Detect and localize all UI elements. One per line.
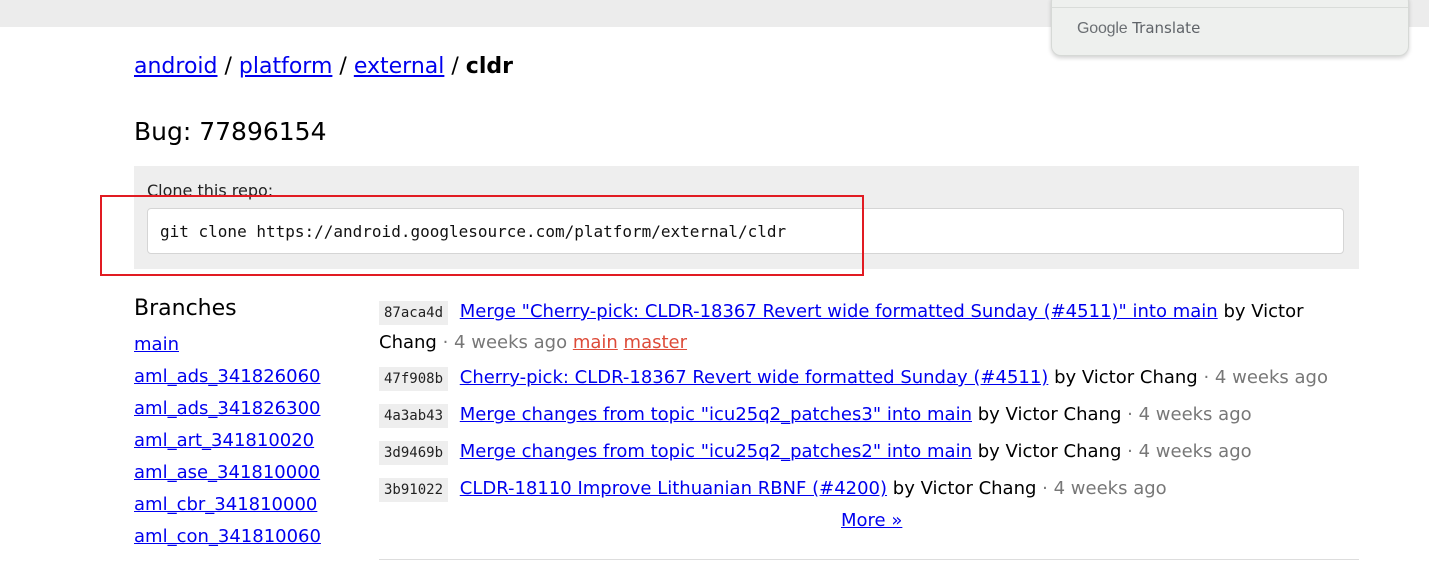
commit-row: 4a3ab43 Merge changes from topic "icu25q… — [379, 400, 1359, 431]
translate-text: Translate — [1132, 19, 1201, 37]
separator-dot: · — [1127, 404, 1133, 425]
commit-message-link[interactable]: Merge changes from topic "icu25q2_patche… — [460, 404, 972, 425]
branch-link[interactable]: aml_ads_341826300 — [134, 398, 320, 419]
commit-author: by Victor Chang — [977, 404, 1122, 425]
branch-link[interactable]: aml_art_341810020 — [134, 430, 314, 451]
commit-author: by Victor Chang — [892, 478, 1037, 499]
commit-age: 4 weeks ago — [1053, 478, 1167, 499]
breadcrumb-link-platform[interactable]: platform — [239, 54, 332, 79]
commit-message-link[interactable]: Merge "Cherry-pick: CLDR-18367 Revert wi… — [460, 301, 1218, 322]
commit-row: 87aca4d Merge "Cherry-pick: CLDR-18367 R… — [379, 297, 1359, 357]
commit-row: 47f908b Cherry-pick: CLDR-18367 Revert w… — [379, 363, 1359, 394]
separator-dot: · — [1042, 478, 1048, 499]
branch-link[interactable]: aml_ads_341826060 — [134, 366, 320, 387]
commit-sha[interactable]: 47f908b — [379, 367, 449, 391]
branch-link[interactable]: aml_cbr_341810000 — [134, 494, 317, 515]
commit-message-link[interactable]: Merge changes from topic "icu25q2_patche… — [460, 441, 972, 462]
more-commits-link[interactable]: More » — [841, 510, 902, 531]
breadcrumb-link-external[interactable]: external — [354, 54, 445, 79]
list-item: aml_ase_341810000 — [134, 461, 321, 493]
google-brand-text: Google — [1077, 20, 1128, 37]
commit-message-link[interactable]: Cherry-pick: CLDR-18367 Revert wide form… — [460, 367, 1049, 388]
commit-sha[interactable]: 87aca4d — [379, 301, 449, 325]
commit-sha[interactable]: 3b91022 — [379, 478, 449, 502]
breadcrumb: android / platform / external / cldr — [134, 54, 513, 79]
list-item: main — [134, 333, 321, 365]
commit-row: 3b91022 CLDR-18110 Improve Lithuanian RB… — [379, 474, 1359, 505]
google-translate-widget[interactable]: Google Translate — [1051, 0, 1409, 56]
google-translate-logo: Google Translate — [1077, 19, 1200, 38]
commit-age: 4 weeks ago — [1138, 404, 1252, 425]
branches-heading: Branches — [134, 296, 237, 321]
breadcrumb-link-android[interactable]: android — [134, 54, 218, 79]
ref-link-master[interactable]: master — [624, 332, 687, 353]
commit-log: 87aca4d Merge "Cherry-pick: CLDR-18367 R… — [379, 297, 1359, 511]
ref-link-main[interactable]: main — [573, 332, 618, 353]
list-item: aml_ads_341826300 — [134, 397, 321, 429]
section-divider — [379, 559, 1359, 560]
list-item: aml_con_341810060 — [134, 525, 321, 557]
commit-age: 4 weeks ago — [1138, 441, 1252, 462]
separator-dot: · — [1127, 441, 1133, 462]
breadcrumb-separator: / — [339, 54, 347, 79]
commit-sha[interactable]: 4a3ab43 — [379, 404, 449, 428]
list-item: aml_art_341810020 — [134, 429, 321, 461]
commit-message-link[interactable]: CLDR-18110 Improve Lithuanian RBNF (#420… — [460, 478, 887, 499]
commit-row: 3d9469b Merge changes from topic "icu25q… — [379, 437, 1359, 468]
breadcrumb-separator: / — [451, 54, 459, 79]
breadcrumb-current: cldr — [465, 54, 513, 79]
branch-link[interactable]: aml_con_341810060 — [134, 526, 321, 547]
list-item: aml_cbr_341810000 — [134, 493, 321, 525]
breadcrumb-separator: / — [224, 54, 232, 79]
commit-author: by Victor Chang — [1054, 367, 1198, 388]
branch-link[interactable]: main — [134, 334, 179, 355]
branch-link[interactable]: aml_ase_341810000 — [134, 462, 320, 483]
highlight-annotation-box — [100, 195, 864, 276]
widget-divider — [1052, 7, 1408, 8]
commit-sha[interactable]: 3d9469b — [379, 441, 449, 465]
separator-dot: · — [442, 332, 449, 353]
commit-author: by Victor Chang — [977, 441, 1122, 462]
commit-age: 4 weeks ago — [454, 332, 568, 353]
separator-dot: · — [1203, 367, 1210, 388]
commit-age: 4 weeks ago — [1214, 367, 1328, 388]
page-title: Bug: 77896154 — [134, 117, 327, 146]
list-item: aml_ads_341826060 — [134, 365, 321, 397]
branch-list: main aml_ads_341826060 aml_ads_341826300… — [134, 333, 321, 557]
